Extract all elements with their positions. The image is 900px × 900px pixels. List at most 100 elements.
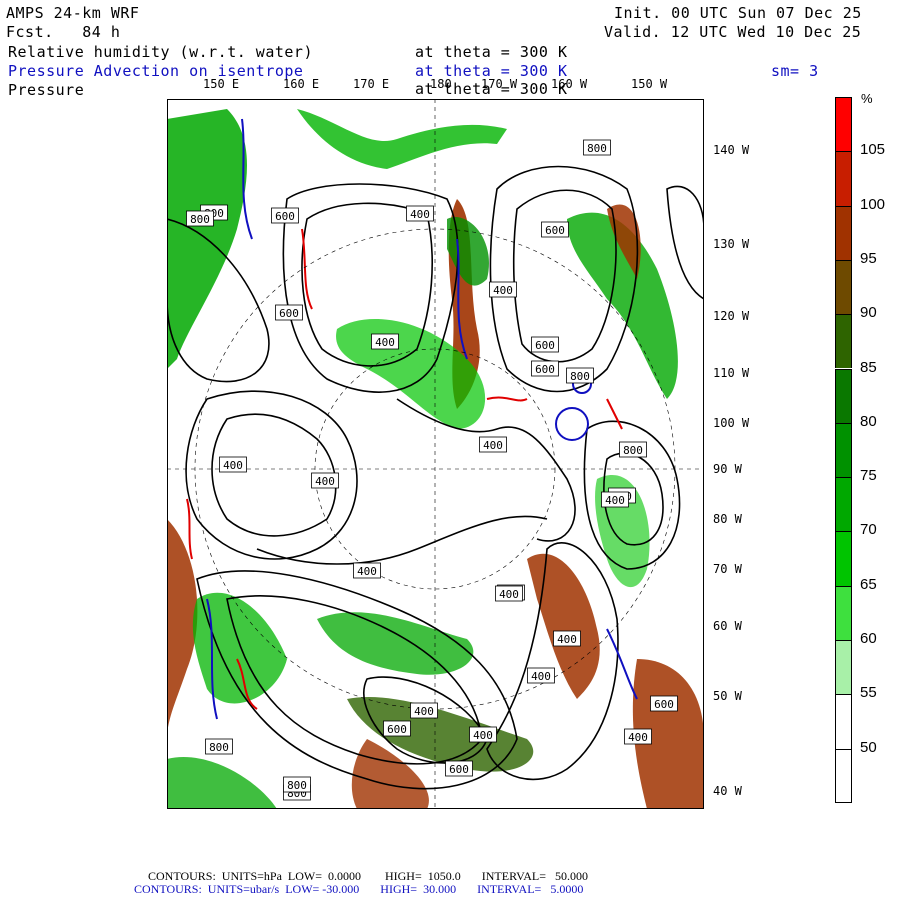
contour-value-label: 800 [619,441,647,458]
svg-text:800: 800 [190,213,210,226]
colorbar-level-label: 65 [860,575,877,593]
forecast-label-text: Fcst. [6,23,54,41]
lat-label: 40 W [713,784,742,798]
colorbar-swatch [835,151,852,206]
svg-text:800: 800 [587,142,607,155]
contour-value-label: 400 [601,491,629,508]
contour-value-label: 600 [531,336,559,353]
svg-text:600: 600 [535,339,555,352]
colorbar-level-label: 75 [860,467,877,485]
svg-text:800: 800 [570,370,590,383]
svg-text:600: 600 [279,307,299,320]
contour-value-label: 600 [531,360,559,377]
contour-value-label: 600 [271,207,299,224]
colorbar-level-label: 85 [860,358,877,376]
contour-value-label: 600 [650,695,678,712]
lat-label: 130 W [713,237,750,251]
svg-text:400: 400 [357,565,377,578]
svg-text:400: 400 [531,670,551,683]
forecast-label: Fcst. 84 h [6,23,120,41]
svg-text:800: 800 [623,444,643,457]
contour-value-label: 600 [445,760,473,777]
contour-value-label: 400 [410,702,438,719]
colorbar-level-label: 55 [860,684,877,702]
svg-text:400: 400 [315,475,335,488]
contour-value-label: 600 [541,221,569,238]
colorbar-swatch [835,748,852,803]
colorbar-level-label: 80 [860,412,877,430]
contour-value-label: 400 [489,281,517,298]
svg-text:600: 600 [275,210,295,223]
colorbar-level-label: 60 [860,630,877,647]
model-title: AMPS 24-km WRF [6,4,140,22]
contour-value-label: 800 [283,776,311,793]
colorbar-swatch [835,531,852,586]
init-time: Init. 00 UTC Sun 07 Dec 25 [614,4,862,22]
field3-name: Pressure [8,81,85,99]
colorbar-unit: % [861,91,873,106]
lon-label: 160 W [551,77,588,91]
contour-value-label: 400 [371,333,399,350]
forecast-hour: 84 h [82,23,121,41]
svg-text:600: 600 [387,723,407,736]
colorbar-swatch [835,694,852,749]
svg-text:800: 800 [287,779,307,792]
colorbar-swatch [835,585,852,640]
colorbar-level-label: 70 [860,521,877,539]
lat-label: 140 W [713,143,750,157]
lon-label: 170 W [481,77,518,91]
contour-value-label: 600 [383,720,411,737]
contour-value-label: 800 [566,367,594,384]
svg-text:400: 400 [414,705,434,718]
svg-text:400: 400 [410,208,430,221]
svg-text:400: 400 [499,588,519,601]
contour-value-label: 400 [406,205,434,222]
lat-label: 80 W [713,512,742,526]
lat-label: 90 W [713,462,742,476]
svg-text:400: 400 [473,729,493,742]
lat-label: 50 W [713,689,742,703]
footer-contours-advection: CONTOURS: UNITS=ubar/s LOW= -30.000 HIGH… [134,882,584,896]
svg-text:600: 600 [535,363,555,376]
valid-time: Valid. 12 UTC Wed 10 Dec 25 [604,23,862,41]
colorbar-swatch [835,205,852,260]
field1-name: Relative humidity (w.r.t. water) [8,43,313,61]
contour-value-label: 600 [275,304,303,321]
lon-label: 170 E [353,77,390,91]
colorbar-level-label: 95 [860,249,877,267]
colorbar-level-label: 90 [860,304,877,322]
colorbar-level-label: 105 [860,141,886,159]
svg-text:400: 400 [375,336,395,349]
contour-value-label: 400 [624,728,652,745]
svg-text:600: 600 [449,763,469,776]
lat-label: 100 W [713,416,750,430]
svg-text:400: 400 [483,439,503,452]
map-panel: 800 600 400 800 600 800 400 400 600 400 400 400 800 8… [167,99,704,809]
lat-label: 110 W [713,366,750,380]
svg-text:400: 400 [557,633,577,646]
colorbar-level-label: 50 [860,738,877,756]
contour-value-label: 400 [527,667,555,684]
lon-label: 150 W [631,77,668,91]
lat-label: 70 W [713,562,742,576]
svg-text:600: 600 [654,698,674,711]
contour-value-label: 400 [353,562,381,579]
svg-text:800: 800 [209,741,229,754]
colorbar-swatch [835,259,852,315]
lon-label: 150 E [203,77,240,91]
contour-value-label: 400 [495,585,523,602]
lat-label: 120 W [713,309,750,323]
colorbar-swatch [835,368,852,423]
contour-value-label: 400 [219,456,247,473]
colorbar-swatch [835,422,852,478]
colorbar-swatch [835,477,852,532]
colorbar-level-label: 100 [860,195,886,213]
svg-text:400: 400 [223,459,243,472]
svg-text:400: 400 [605,494,625,507]
contour-value-label: 400 [469,726,497,743]
svg-text:400: 400 [628,731,648,744]
field2-smoothing: sm= 3 [771,62,819,80]
contour-value-label: 400 [311,472,339,489]
lon-label: 180 [430,77,452,91]
colorbar-swatch [835,314,852,369]
